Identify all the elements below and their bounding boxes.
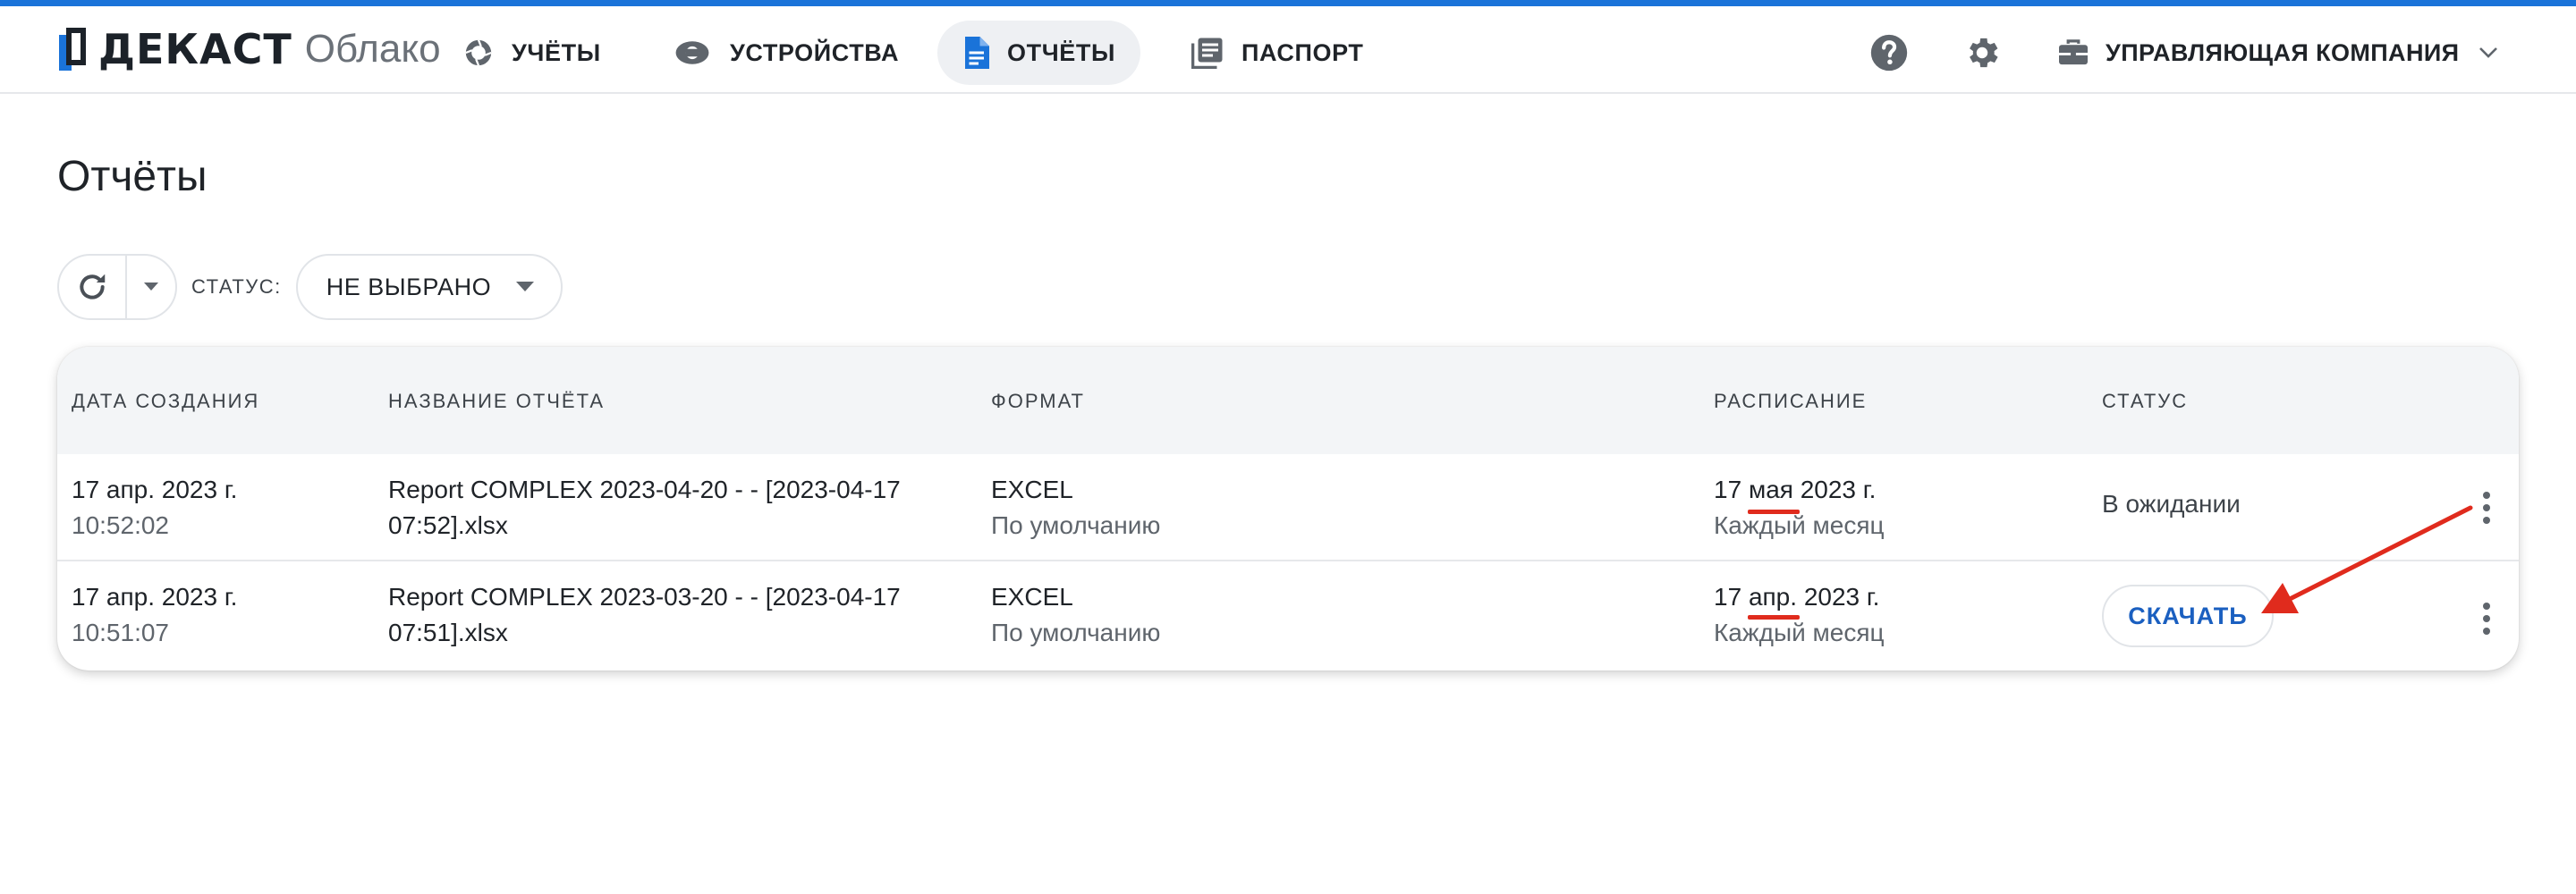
schedule-period: Каждый месяц	[1714, 619, 1885, 646]
nav-label-passport: ПАСПОРТ	[1241, 38, 1364, 66]
schedule-date: 17 апр. 2023 г.	[1714, 579, 1885, 615]
page-title: Отчёты	[57, 153, 208, 200]
refresh-icon	[80, 274, 106, 299]
nav-item-devices[interactable]: УСТРОЙСТВА	[648, 21, 924, 85]
column-header-name[interactable]: НАЗВАНИЕ ОТЧЁТА	[388, 390, 605, 413]
report-name-line2: 07:52].xlsx	[388, 511, 508, 539]
schedule-day: 17	[1714, 583, 1742, 611]
row-menu-button[interactable]	[2478, 488, 2496, 527]
document-icon	[965, 37, 989, 69]
nav-item-accounts[interactable]: УЧЁТЫ	[438, 21, 626, 85]
status-pending: В ожидании	[2102, 490, 2241, 518]
report-name-line1: Report COMPLEX 2023-03-20 - - [2023-04-1…	[388, 583, 901, 611]
caret-down-icon	[144, 283, 158, 291]
download-button[interactable]: СКАЧАТЬ	[2102, 585, 2274, 647]
created-date: 17 апр. 2023 г.	[72, 583, 238, 611]
schedule-year: 2023 г.	[1803, 583, 1880, 611]
nav-label-devices: УСТРОЙСТВА	[730, 38, 900, 66]
top-navbar: ДЕКАСТ Облако УЧЁТЫ УСТРОЙСТВА ОТЧЁТЫ ПА…	[0, 6, 2576, 94]
column-header-status[interactable]: СТАТУС	[2102, 390, 2188, 413]
nav-item-reports[interactable]: ОТЧЁТЫ	[937, 21, 1141, 85]
settings-button[interactable]	[1962, 33, 2002, 72]
help-button[interactable]	[1869, 33, 1909, 72]
schedule-day: 17	[1714, 476, 1742, 503]
device-icon	[675, 41, 709, 64]
caret-down-icon	[516, 282, 535, 291]
schedule-month: мая	[1748, 476, 1793, 503]
column-header-format[interactable]: ФОРМАТ	[991, 390, 1085, 413]
schedule-cell: 17 мая 2023 г. Каждый месяц	[1714, 472, 1885, 544]
status-filter-select[interactable]: НЕ ВЫБРАНО	[295, 254, 564, 320]
format-value: EXCEL	[991, 476, 1073, 503]
help-circle-icon	[1870, 34, 1908, 72]
aperture-icon	[465, 39, 492, 66]
filter-toolbar: СТАТУС: НЕ ВЫБРАНО	[57, 254, 564, 320]
schedule-date: 17 мая 2023 г.	[1714, 472, 1885, 508]
nav-item-passport[interactable]: ПАСПОРТ	[1166, 21, 1388, 85]
schedule-year: 2023 г.	[1800, 476, 1877, 503]
report-name-line2: 07:51].xlsx	[388, 619, 508, 646]
format-cell: EXCEL По умолчанию	[991, 579, 1160, 651]
logo-mark-icon	[59, 28, 86, 71]
nav-label-reports: ОТЧЁТЫ	[1007, 38, 1116, 66]
created-time: 10:51:07	[72, 619, 169, 646]
report-name-line1: Report COMPLEX 2023-04-20 - - [2023-04-1…	[388, 476, 901, 503]
report-name-cell: Report COMPLEX 2023-03-20 - - [2023-04-1…	[388, 579, 901, 651]
passport-icon	[1191, 38, 1223, 69]
format-template: По умолчанию	[991, 511, 1161, 539]
table-row[interactable]: 17 апр. 2023 г. 10:52:02 Report COMPLEX …	[57, 454, 2519, 561]
annotation-underline	[1748, 510, 1800, 514]
schedule-month: апр.	[1748, 583, 1798, 611]
row-menu-button[interactable]	[2478, 599, 2496, 638]
format-template: По умолчанию	[991, 619, 1161, 646]
column-header-schedule[interactable]: РАСПИСАНИЕ	[1714, 390, 1867, 413]
status-filter-value: НЕ ВЫБРАНО	[326, 273, 492, 300]
table-header: ДАТА СОЗДАНИЯ НАЗВАНИЕ ОТЧЁТА ФОРМАТ РАС…	[57, 347, 2519, 454]
refresh-button[interactable]	[59, 256, 127, 318]
column-header-created[interactable]: ДАТА СОЗДАНИЯ	[72, 390, 259, 413]
created-date: 17 апр. 2023 г.	[72, 476, 238, 503]
report-name-cell: Report COMPLEX 2023-04-20 - - [2023-04-1…	[388, 472, 901, 544]
status-filter-label: СТАТУС:	[191, 275, 282, 298]
refresh-options-dropdown[interactable]	[127, 256, 175, 318]
created-cell: 17 апр. 2023 г. 10:52:02	[72, 472, 237, 544]
chevron-down-icon	[2479, 47, 2498, 58]
brand-name: ДЕКАСТ	[98, 25, 292, 73]
brand-product: Облако	[304, 27, 441, 71]
refresh-split-button	[57, 254, 177, 320]
format-value: EXCEL	[991, 583, 1073, 611]
company-selector[interactable]: УПРАВЛЯЮЩАЯ КОМПАНИЯ	[2057, 21, 2498, 85]
annotation-underline	[1748, 615, 1800, 620]
created-cell: 17 апр. 2023 г. 10:51:07	[72, 579, 237, 651]
nav-label-accounts: УЧЁТЫ	[512, 38, 601, 66]
brand-logo[interactable]: ДЕКАСТ Облако	[59, 25, 441, 73]
company-label: УПРАВЛЯЮЩАЯ КОМПАНИЯ	[2106, 38, 2460, 66]
table-row[interactable]: 17 апр. 2023 г. 10:51:07 Report COMPLEX …	[57, 563, 2519, 670]
reports-table: ДАТА СОЗДАНИЯ НАЗВАНИЕ ОТЧЁТА ФОРМАТ РАС…	[57, 347, 2519, 670]
format-cell: EXCEL По умолчанию	[991, 472, 1160, 544]
created-time: 10:52:02	[72, 511, 169, 539]
gear-icon	[1970, 38, 1998, 68]
top-accent-bar	[0, 0, 2576, 6]
briefcase-icon	[2059, 39, 2088, 65]
